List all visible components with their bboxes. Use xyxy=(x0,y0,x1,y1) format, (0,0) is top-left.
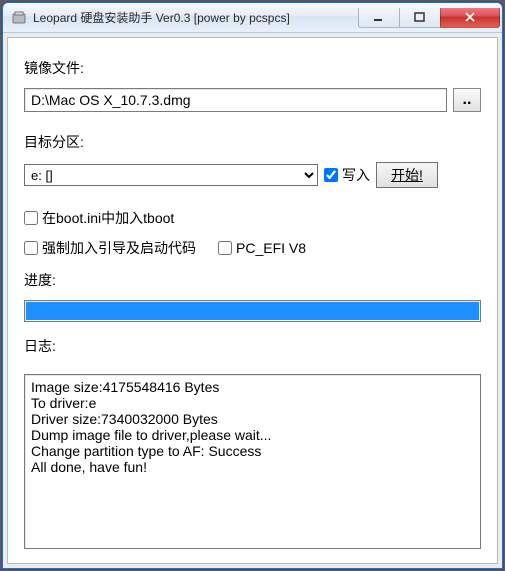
pcefi-checkbox-label: PC_EFI V8 xyxy=(236,240,306,256)
close-button[interactable] xyxy=(440,8,500,28)
tboot-checkbox-wrap[interactable]: 在boot.ini中加入tboot xyxy=(24,208,481,228)
progress-bar xyxy=(24,300,481,322)
maximize-button[interactable] xyxy=(399,8,441,28)
target-partition-select[interactable]: e: [] xyxy=(24,164,318,186)
target-partition-label: 目标分区: xyxy=(24,132,481,152)
app-window: Leopard 硬盘安装助手 Ver0.3 [power by pcspcs] … xyxy=(2,2,503,569)
start-button[interactable]: 开始! xyxy=(376,162,438,188)
minimize-button[interactable] xyxy=(358,8,400,28)
log-textarea[interactable]: Image size:4175548416 Bytes To driver:e … xyxy=(24,374,481,549)
tboot-checkbox[interactable] xyxy=(24,211,38,225)
browse-button[interactable]: .. xyxy=(453,88,481,112)
pcefi-checkbox-wrap[interactable]: PC_EFI V8 xyxy=(218,238,306,258)
image-path-input[interactable] xyxy=(24,88,447,112)
force-checkbox-wrap[interactable]: 强制加入引导及启动代码 xyxy=(24,238,196,258)
client-area: 镜像文件: .. 目标分区: e: [] 写入 开始! 在boot.i xyxy=(3,33,502,568)
write-checkbox-wrap[interactable]: 写入 xyxy=(324,165,370,185)
force-checkbox[interactable] xyxy=(24,241,38,255)
pcefi-checkbox[interactable] xyxy=(218,241,232,255)
options-group: 在boot.ini中加入tboot 强制加入引导及启动代码 PC_EFI V8 xyxy=(24,208,481,258)
progress-bar-fill xyxy=(26,302,479,320)
force-checkbox-label: 强制加入引导及启动代码 xyxy=(42,238,196,258)
log-label: 日志: xyxy=(24,336,481,356)
titlebar[interactable]: Leopard 硬盘安装助手 Ver0.3 [power by pcspcs] xyxy=(3,3,502,33)
app-icon xyxy=(11,10,27,26)
main-panel: 镜像文件: .. 目标分区: e: [] 写入 开始! 在boot.i xyxy=(7,37,498,564)
tboot-checkbox-label: 在boot.ini中加入tboot xyxy=(42,208,174,228)
write-checkbox[interactable] xyxy=(324,168,338,182)
image-file-label: 镜像文件: xyxy=(24,58,481,78)
progress-label: 进度: xyxy=(24,270,481,290)
window-title: Leopard 硬盘安装助手 Ver0.3 [power by pcspcs] xyxy=(33,9,359,26)
window-controls xyxy=(359,8,500,28)
write-checkbox-label: 写入 xyxy=(342,165,370,185)
